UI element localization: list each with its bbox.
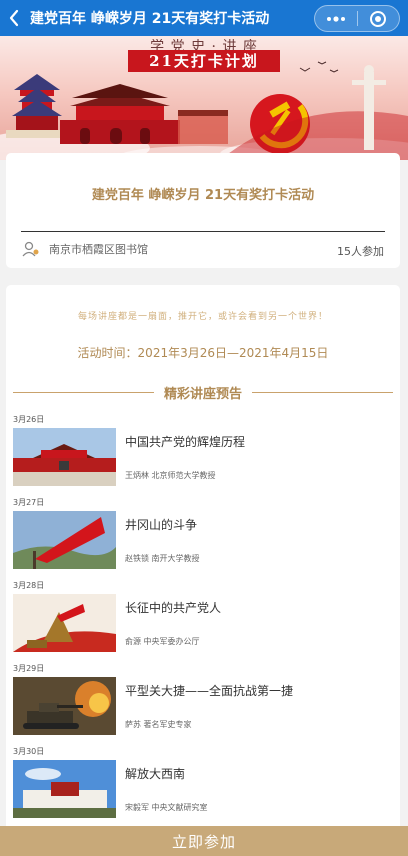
lecture-title: 解放大西南 <box>125 767 186 781</box>
lecture-thumbnail <box>13 511 116 569</box>
activity-title: 建党百年 峥嵘岁月 21天有奖打卡活动 <box>91 188 315 203</box>
lecture-speaker: 俞源 中央军委办公厅 <box>125 637 200 646</box>
lecture-schedule-card: 每场讲座都是一扇面，推开它，或许会看到另一个世界！ 活动时间：2021年3月26… <box>6 285 400 845</box>
motto-text: 每场讲座都是一扇面，推开它，或许会看到另一个世界！ <box>77 312 328 322</box>
lecture-thumbnail <box>13 594 116 652</box>
target-circle-icon <box>370 10 387 27</box>
lecture-speaker: 赵铁锁 南开大学教授 <box>125 554 200 563</box>
lecture-item[interactable]: 3月29日 平型关大捷——全面抗战第一捷 萨苏 著名军史专家 <box>13 663 393 745</box>
more-dots-icon <box>327 15 345 22</box>
lecture-date: 3月27日 <box>13 498 45 507</box>
chevron-left-icon <box>9 9 19 27</box>
close-mini-program-button[interactable] <box>358 6 399 31</box>
event-banner: 学 党 史 · 讲 座 21天打卡计划 <box>0 36 408 160</box>
lecture-title: 长征中的共产党人 <box>125 601 222 615</box>
event-time: 活动时间：2021年3月26日—2021年4月15日 <box>77 346 329 360</box>
lecture-speaker: 萨苏 著名军史专家 <box>125 720 192 729</box>
lecture-speaker: 王炳林 北京师范大学教授 <box>125 471 216 480</box>
lecture-title: 井冈山的斗争 <box>125 518 198 532</box>
lecture-date: 3月29日 <box>13 664 45 673</box>
lecture-date: 3月30日 <box>13 747 45 756</box>
banner-title: 21天打卡计划 <box>128 50 280 72</box>
lecture-title: 平型关大捷——全面抗战第一捷 <box>125 684 294 698</box>
lecture-thumbnail <box>13 428 116 486</box>
divider <box>252 391 394 393</box>
more-button[interactable] <box>315 6 357 31</box>
lecture-date: 3月26日 <box>13 415 45 424</box>
lecture-item[interactable]: 3月27日 井冈山的斗争 赵铁锁 南开大学教授 <box>13 497 393 579</box>
lecture-item[interactable]: 3月30日 解放大西南 宋毅军 中央文献研究室 <box>13 746 393 828</box>
divider <box>21 231 385 232</box>
section-title: 精彩讲座预告 <box>164 386 243 402</box>
lecture-date: 3月28日 <box>13 581 45 590</box>
organizer-name: 南京市栖霞区图书馆 <box>49 243 148 256</box>
lecture-thumbnail <box>13 760 116 818</box>
back-button[interactable] <box>0 0 28 36</box>
page-title: 建党百年 峥嵘岁月 21天有奖打卡活动 <box>30 11 270 27</box>
lecture-item[interactable]: 3月28日 长征中的共产党人 俞源 中央军委办公厅 <box>13 580 393 662</box>
navigation-bar: 建党百年 峥嵘岁月 21天有奖打卡活动 <box>0 0 408 36</box>
activity-info-card: 建党百年 峥嵘岁月 21天有奖打卡活动 南京市栖霞区图书馆 15人参加 <box>6 153 400 268</box>
participant-count: 15人参加 <box>337 245 384 258</box>
lecture-title: 中国共产党的辉煌历程 <box>125 435 246 449</box>
join-now-button[interactable]: 立即参加 <box>0 826 408 856</box>
divider <box>13 391 154 393</box>
lecture-speaker: 宋毅军 中央文献研究室 <box>125 803 208 812</box>
organizer: 南京市栖霞区图书馆 <box>22 241 148 257</box>
user-icon <box>22 241 39 257</box>
lecture-thumbnail <box>13 677 116 735</box>
lecture-item[interactable]: 3月26日 中国共产党的辉煌历程 王炳林 北京师范大学教授 <box>13 414 393 496</box>
section-header: 精彩讲座预告 <box>13 382 394 402</box>
mini-program-capsule <box>314 5 400 32</box>
